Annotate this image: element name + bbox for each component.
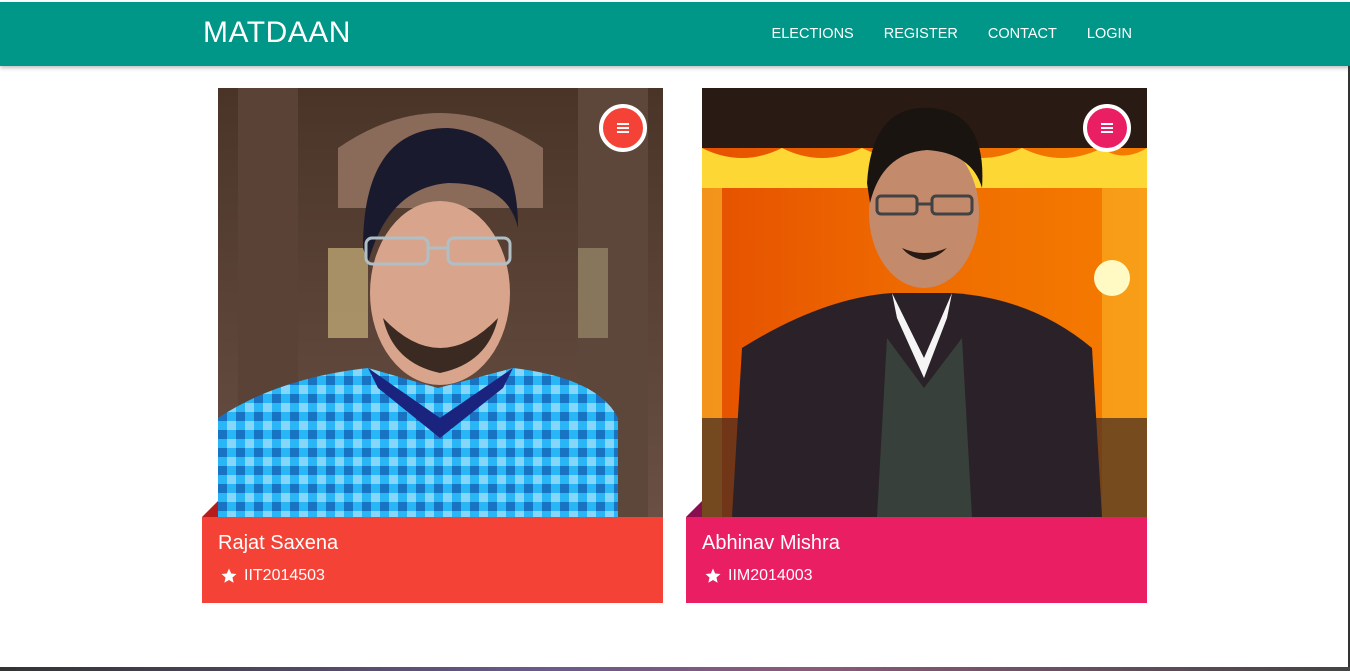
menu-icon: [617, 121, 629, 135]
card-fold: [202, 501, 218, 517]
candidate-name: Rajat Saxena: [218, 532, 339, 554]
nav-link-register[interactable]: REGISTER: [884, 26, 958, 42]
menu-button[interactable]: [599, 104, 647, 152]
candidate-id: IIT2014503: [244, 567, 325, 584]
candidate-photo: [218, 88, 663, 517]
window-bottom-strip: [0, 667, 1350, 671]
star-icon: [221, 568, 237, 583]
nav-link-contact[interactable]: CONTACT: [988, 26, 1057, 42]
candidate-id: IIM2014003: [728, 567, 813, 584]
menu-icon: [1101, 121, 1113, 135]
candidate-id-row: IIM2014003: [704, 567, 813, 585]
candidate-card: Rajat Saxena IIT2014503: [202, 88, 663, 603]
card-fold: [686, 501, 702, 517]
candidate-caption: Rajat Saxena IIT2014503: [202, 517, 663, 603]
candidate-name: Abhinav Mishra: [702, 532, 840, 554]
brand-logo[interactable]: MATDAAN: [203, 16, 351, 50]
candidate-card: Abhinav Mishra IIM2014003: [686, 88, 1147, 603]
nav-links: ELECTIONS REGISTER CONTACT LOGIN: [772, 26, 1132, 42]
navbar: MATDAAN ELECTIONS REGISTER CONTACT LOGIN: [0, 2, 1350, 66]
candidate-id-row: IIT2014503: [220, 567, 325, 585]
nav-link-elections[interactable]: ELECTIONS: [772, 26, 854, 42]
candidate-caption: Abhinav Mishra IIM2014003: [686, 517, 1147, 603]
star-icon: [705, 568, 721, 583]
candidate-photo: [702, 88, 1147, 517]
menu-button[interactable]: [1083, 104, 1131, 152]
nav-link-login[interactable]: LOGIN: [1087, 26, 1132, 42]
